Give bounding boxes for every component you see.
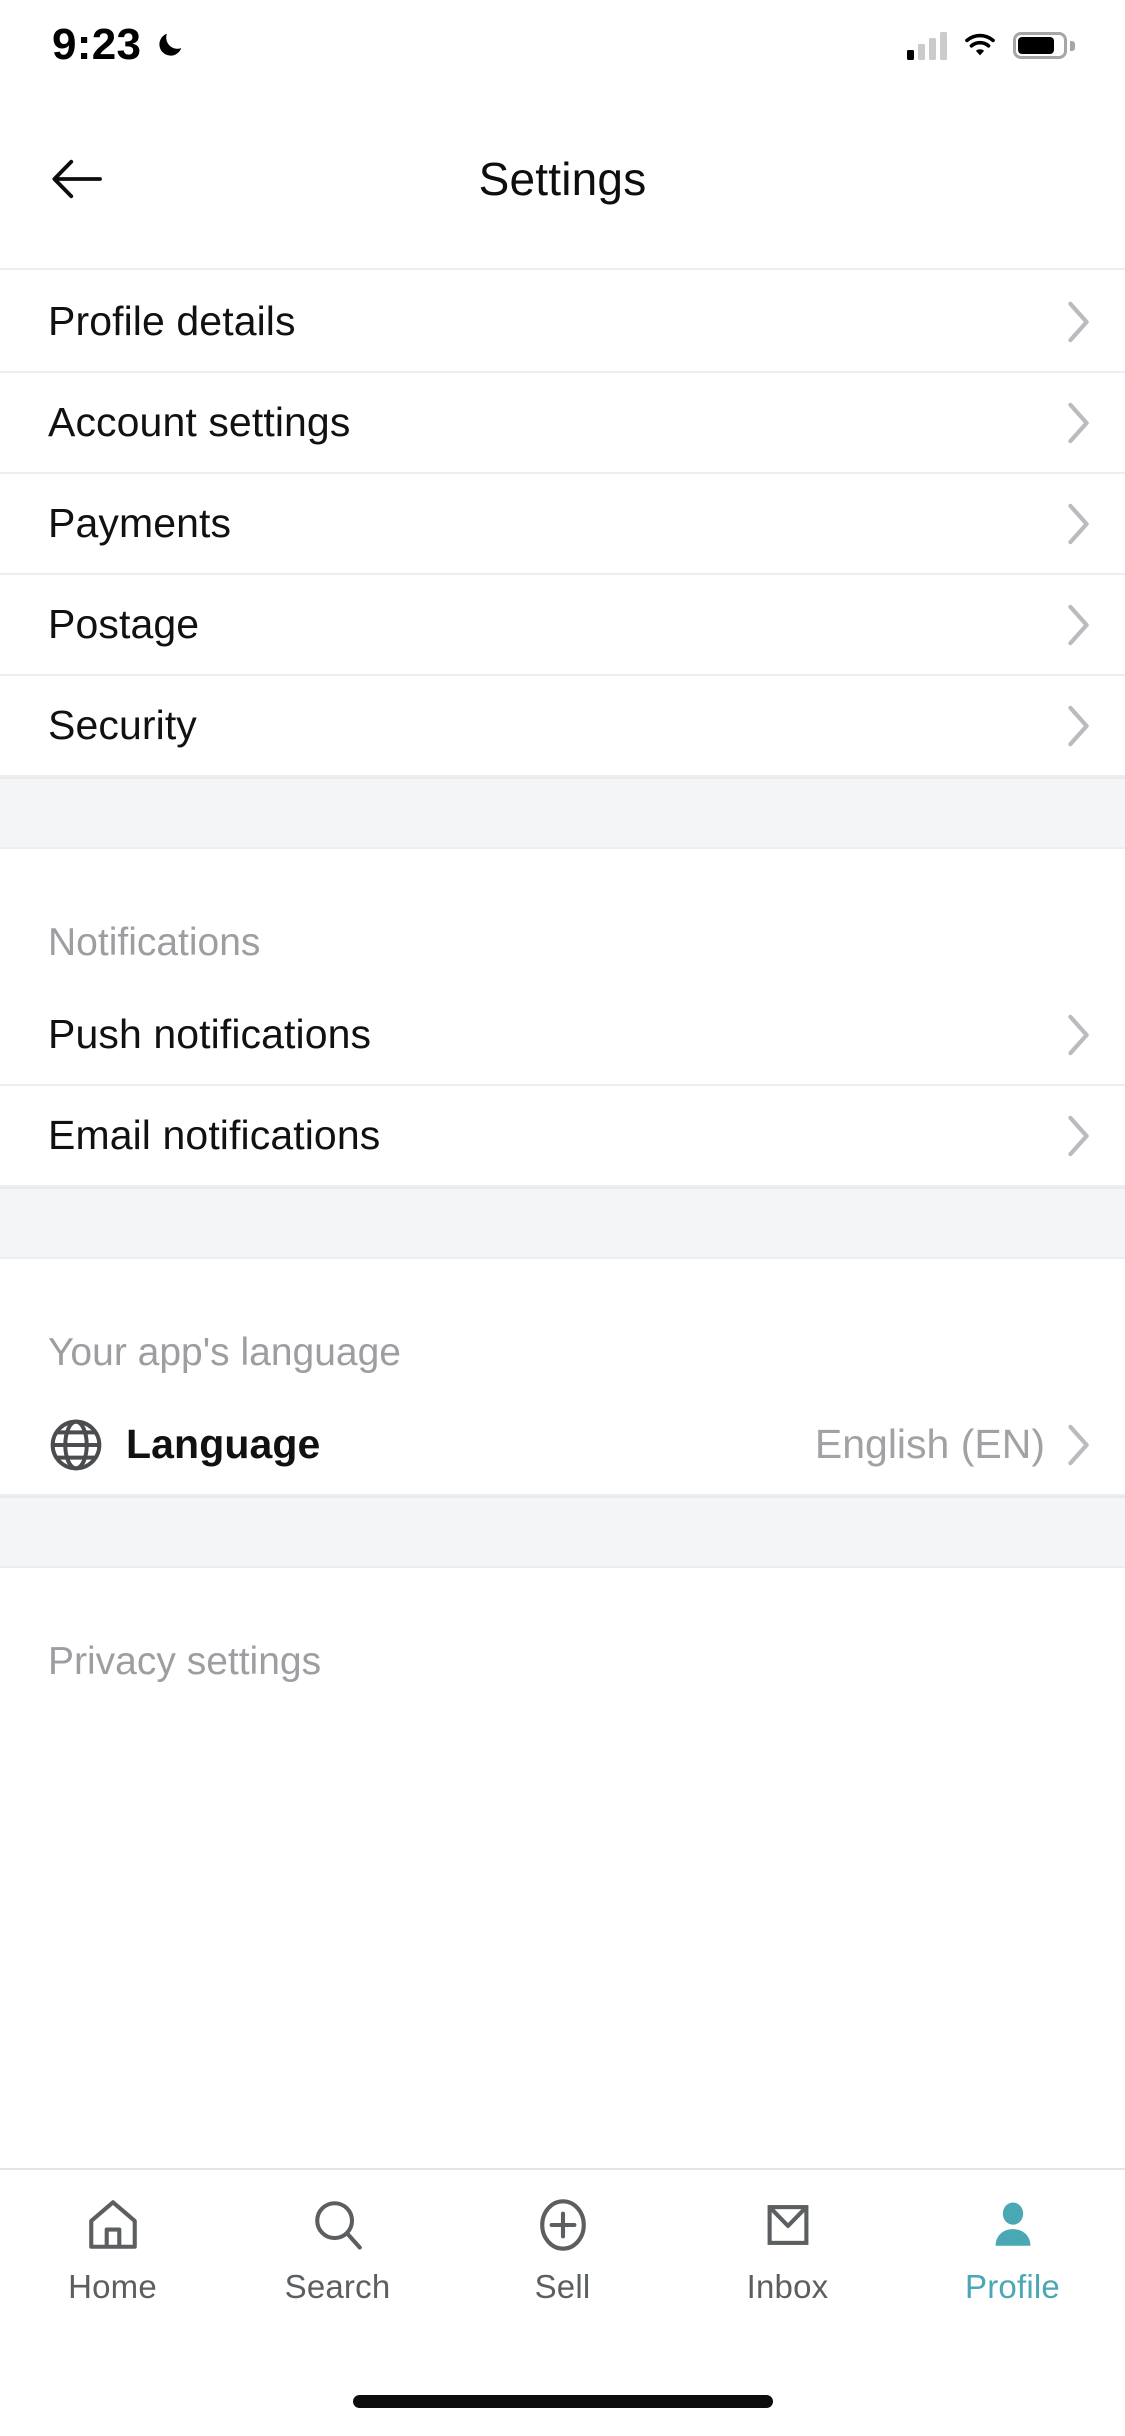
chevron-right-icon <box>1068 1115 1089 1156</box>
chevron-right-icon <box>1068 402 1089 443</box>
row-label: Security <box>48 702 197 748</box>
row-label: Push notifications <box>48 1011 372 1057</box>
tab-label: Search <box>284 2268 391 2305</box>
section-header-notifications: Notifications <box>0 849 1125 985</box>
settings-row-language[interactable]: Language English (EN) <box>0 1395 1125 1496</box>
bottom-tab-bar: Home Search Sell Inbox Profile <box>0 2168 1125 2436</box>
status-bar-right <box>907 30 1075 60</box>
battery-icon <box>1013 31 1075 59</box>
tab-label: Profile <box>965 2268 1060 2305</box>
section-separator-band <box>0 777 1125 849</box>
chevron-right-icon <box>1068 705 1089 746</box>
tab-label: Sell <box>534 2268 591 2305</box>
tab-search[interactable]: Search <box>225 2196 450 2306</box>
envelope-icon <box>767 2205 808 2245</box>
row-label: Language <box>126 1421 321 1467</box>
section-separator-band <box>0 1496 1125 1568</box>
tab-profile[interactable]: Profile <box>900 2196 1125 2306</box>
settings-row-security[interactable]: Security <box>0 676 1125 777</box>
cellular-signal-icon <box>907 30 947 60</box>
settings-row-postage[interactable]: Postage <box>0 575 1125 676</box>
person-icon <box>995 2202 1030 2246</box>
settings-row-profile-details[interactable]: Profile details <box>0 272 1125 373</box>
home-icon <box>88 2200 137 2249</box>
section-header-privacy: Privacy settings <box>0 1568 1125 1704</box>
tab-home[interactable]: Home <box>0 2196 225 2306</box>
status-time: 9:23 <box>52 20 142 69</box>
status-bar: 9:23 <box>0 0 1125 90</box>
chevron-right-icon <box>1068 301 1089 342</box>
globe-icon <box>50 1419 102 1470</box>
chevron-right-icon <box>1068 604 1089 645</box>
tab-sell[interactable]: Sell <box>450 2196 675 2306</box>
nav-header: Settings <box>0 90 1125 270</box>
tab-inbox[interactable]: Inbox <box>675 2196 900 2306</box>
chevron-right-icon <box>1068 503 1089 544</box>
row-value-language: English (EN) <box>814 1421 1045 1467</box>
page-title: Settings <box>478 153 647 205</box>
settings-row-email-notifications[interactable]: Email notifications <box>0 1086 1125 1187</box>
home-indicator <box>352 2395 773 2408</box>
plus-circle-icon <box>539 2199 586 2251</box>
phone-screen: 9:23 Settings Profile details Account se… <box>0 0 1125 2436</box>
tab-label: Inbox <box>746 2268 829 2305</box>
row-label: Profile details <box>48 298 296 344</box>
row-label: Postage <box>48 601 200 647</box>
tab-label: Home <box>68 2268 157 2305</box>
settings-list[interactable]: Profile details Account settings Payment… <box>0 272 1125 2168</box>
settings-row-account-settings[interactable]: Account settings <box>0 373 1125 474</box>
chevron-right-icon <box>1068 1014 1089 1055</box>
search-icon <box>314 2201 362 2250</box>
status-bar-left: 9:23 <box>52 23 185 67</box>
row-label: Email notifications <box>48 1112 381 1158</box>
section-separator-band <box>0 1187 1125 1259</box>
crescent-moon-icon <box>159 33 182 56</box>
row-label: Payments <box>48 500 232 546</box>
section-header-language: Your app's language <box>0 1259 1125 1395</box>
chevron-right-icon <box>1068 1424 1089 1465</box>
row-label: Account settings <box>48 399 351 445</box>
settings-row-push-notifications[interactable]: Push notifications <box>0 985 1125 1086</box>
wifi-icon <box>965 33 995 56</box>
settings-row-payments[interactable]: Payments <box>0 474 1125 575</box>
